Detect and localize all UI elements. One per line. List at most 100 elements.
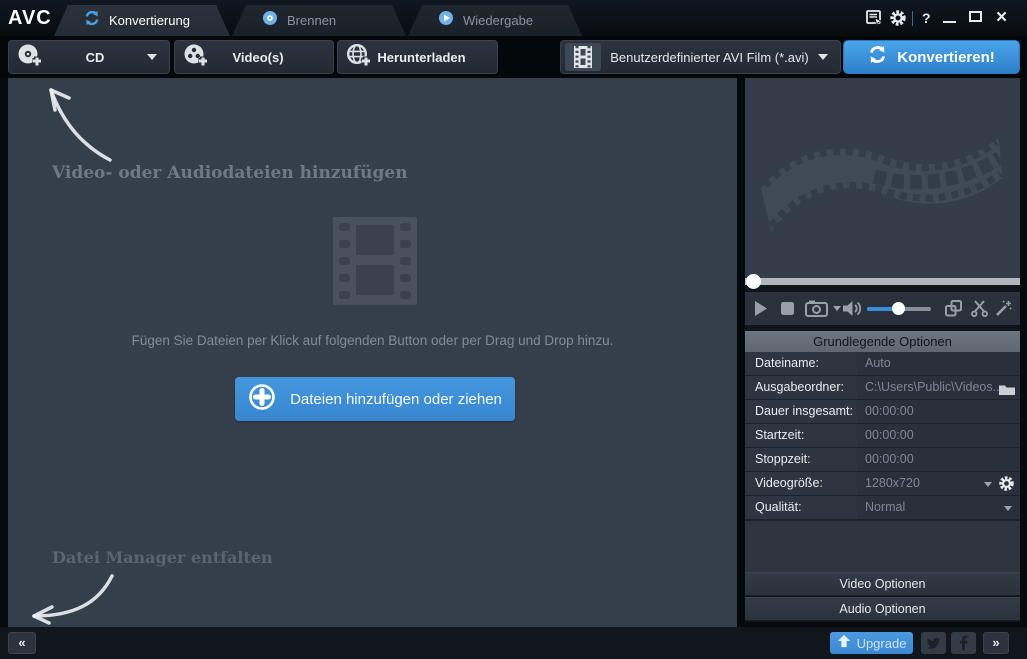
volume-thumb[interactable]	[892, 302, 905, 315]
tab-label: Wiedergabe	[463, 13, 534, 28]
option-label: Ausgabeordner:	[745, 376, 857, 400]
chevron-down-icon	[147, 54, 157, 60]
help-button[interactable]: ?	[922, 10, 931, 26]
expand-file-manager-button[interactable]: «	[8, 632, 36, 654]
output-format-value: Benutzerdefinierter AVI Film (*.avi)	[610, 49, 809, 65]
minimize-button[interactable]	[943, 9, 961, 27]
expand-panel-button[interactable]: »	[983, 632, 1009, 654]
options-filler	[745, 520, 1020, 572]
add-files-button-label: Dateien hinzufügen oder ziehen	[290, 390, 502, 408]
option-label: Videogröße:	[745, 472, 857, 496]
option-row-output-folder: Ausgabeordner: C:\Users\Public\Videos...	[745, 376, 1020, 400]
tab-brennen[interactable]: Brennen	[232, 5, 406, 36]
facebook-icon	[959, 635, 968, 651]
player-controls	[745, 292, 1020, 325]
add-videos-button[interactable]: Video(s)	[174, 40, 334, 74]
trim-scissors-button[interactable]	[971, 300, 988, 322]
option-row-start-time: Startzeit: 00:00:00	[745, 424, 1020, 448]
option-row-video-size: Videogröße: 1280x720	[745, 472, 1020, 496]
maximize-button[interactable]	[969, 11, 982, 22]
seek-thumb[interactable]	[746, 274, 761, 289]
app-logo: AVC	[8, 7, 52, 29]
app-window: AVC Konvertierung Brennen Wiedergabe ? ×…	[0, 0, 1027, 659]
quality-dropdown[interactable]: Normal	[857, 496, 1020, 520]
upgrade-label: Upgrade	[856, 635, 907, 651]
option-row-total-duration: Dauer insgesamt: 00:00:00	[745, 400, 1020, 424]
download-label: Herunterladen	[377, 49, 466, 65]
tab-label: Konvertierung	[109, 13, 190, 28]
chevron-down-icon	[984, 482, 992, 487]
option-value[interactable]: C:\Users\Public\Videos...	[857, 376, 1020, 400]
close-button[interactable]: ×	[996, 8, 1007, 27]
option-label: Dauer insgesamt:	[745, 400, 857, 424]
settings-gear-icon[interactable]	[889, 9, 907, 32]
file-drop-area[interactable]: Video- oder Audiodateien hinzufügen Füge…	[8, 78, 737, 627]
feedback-icon[interactable]	[866, 10, 884, 32]
statusbar: « Upgrade »	[0, 627, 1027, 659]
output-format-select[interactable]: Benutzerdefinierter AVI Film (*.avi)	[560, 40, 841, 74]
play-circle-icon	[438, 10, 454, 31]
add-cd-button[interactable]: CD	[8, 40, 170, 74]
filmstrip-icon	[565, 43, 601, 71]
convert-label: Konvertieren!	[897, 48, 995, 66]
stop-button[interactable]	[781, 302, 794, 320]
tab-wiedergabe[interactable]: Wiedergabe	[408, 5, 582, 36]
audio-options-section[interactable]: Audio Optionen	[745, 597, 1020, 621]
option-label: Startzeit:	[745, 424, 857, 448]
tab-label: Brennen	[287, 13, 337, 28]
drop-instructions: Fügen Sie Dateien per Klick auf folgende…	[131, 333, 614, 348]
option-row-filename: Dateiname: Auto	[745, 352, 1020, 376]
option-row-quality: Qualität: Normal	[745, 496, 1020, 520]
twitter-icon	[926, 637, 941, 649]
option-label: Stoppzeit:	[745, 448, 857, 472]
upgrade-button[interactable]: Upgrade	[830, 632, 913, 654]
convert-button[interactable]: Konvertieren!	[843, 40, 1020, 74]
film-ribbon-graphic	[760, 137, 1004, 232]
play-button[interactable]	[754, 300, 768, 322]
plus-circle-icon	[248, 383, 276, 416]
toolbar: CD Video(s) Herunterladen Benutzerdefini…	[0, 36, 1027, 78]
snapshot-camera-button[interactable]	[805, 300, 829, 322]
globe-plus-icon	[346, 42, 372, 73]
speaker-icon[interactable]	[843, 300, 862, 322]
maximize-icon	[969, 11, 982, 22]
titlebar: AVC Konvertierung Brennen Wiedergabe ? ×	[0, 0, 1027, 36]
download-button[interactable]: Herunterladen	[337, 40, 498, 74]
option-value[interactable]: Auto	[857, 352, 1020, 376]
option-label: Dateiname:	[745, 352, 857, 376]
video-options-section[interactable]: Video Optionen	[745, 572, 1020, 596]
option-row-stop-time: Stoppzeit: 00:00:00	[745, 448, 1020, 472]
option-value: 00:00:00	[857, 400, 1020, 424]
titlebar-separator	[912, 11, 913, 26]
add-files-hint: Video- oder Audiodateien hinzufügen	[52, 163, 408, 183]
sync-icon	[84, 10, 100, 31]
sync-icon	[868, 45, 887, 69]
video-preview-area	[745, 78, 1020, 278]
add-cd-label: CD	[85, 49, 105, 65]
tab-konvertierung[interactable]: Konvertierung	[54, 5, 230, 36]
upgrade-arrow-icon	[837, 634, 851, 653]
chevron-down-icon	[1004, 506, 1012, 511]
film-reel-plus-icon	[183, 42, 209, 73]
effects-wand-button[interactable]	[995, 300, 1012, 322]
file-manager-hint: Datei Manager entfalten	[52, 548, 273, 567]
hand-drawn-arrow-down	[32, 574, 114, 625]
facebook-button[interactable]	[951, 632, 976, 654]
seek-bar[interactable]	[745, 278, 1020, 285]
add-videos-label: Video(s)	[232, 49, 284, 65]
option-value[interactable]: 00:00:00	[857, 424, 1020, 448]
option-label: Qualität:	[745, 496, 857, 520]
cd-plus-icon	[17, 42, 43, 73]
chevron-down-icon	[818, 54, 828, 60]
video-size-dropdown[interactable]: 1280x720	[857, 472, 1020, 496]
minimize-icon	[943, 21, 956, 23]
basic-options-header: Grundlegende Optionen	[745, 331, 1020, 352]
twitter-button[interactable]	[921, 632, 946, 654]
option-value[interactable]: 00:00:00	[857, 448, 1020, 472]
right-panel: Grundlegende Optionen Dateiname: Auto Au…	[745, 78, 1020, 622]
compare-button[interactable]	[945, 300, 962, 322]
filmstrip-placeholder-icon	[333, 217, 417, 310]
add-files-button[interactable]: Dateien hinzufügen oder ziehen	[235, 377, 515, 421]
disc-icon	[262, 10, 278, 31]
snapshot-menu-caret[interactable]	[833, 306, 841, 311]
